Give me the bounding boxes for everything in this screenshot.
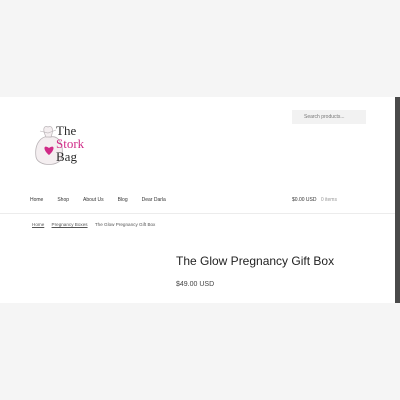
- bottom-background: [0, 303, 400, 400]
- product-price: $49.00 USD: [176, 281, 215, 288]
- logo-line-3: Bag: [56, 149, 77, 164]
- search-input[interactable]: [292, 110, 366, 124]
- logo-wordmark[interactable]: The Stork Bag: [56, 124, 84, 163]
- cart-count: 0 items: [320, 197, 337, 203]
- nav-home[interactable]: Home: [30, 197, 43, 207]
- breadcrumb-current: The Glow Pregnancy Gift Box: [94, 222, 156, 227]
- cart-link[interactable]: $0.00 USD 0 items: [292, 197, 337, 203]
- cart-total: $0.00 USD: [292, 197, 317, 203]
- breadcrumb: Home Pregnancy Boxes The Glow Pregnancy …: [32, 222, 155, 227]
- breadcrumb-category[interactable]: Pregnancy Boxes: [52, 222, 88, 227]
- breadcrumb-home[interactable]: Home: [32, 222, 44, 227]
- top-background: [0, 0, 400, 97]
- scrollbar-thumb[interactable]: [395, 97, 400, 303]
- nav-dear-darla[interactable]: Dear Darla: [142, 197, 166, 207]
- header-divider: [0, 213, 395, 214]
- nav-shop[interactable]: Shop: [57, 197, 69, 207]
- nav-blog[interactable]: Blog: [118, 197, 128, 207]
- page-frame: The Stork Bag Home Shop About Us Blog De…: [0, 97, 395, 303]
- product-title: The Glow Pregnancy Gift Box: [176, 254, 335, 268]
- nav-about-us[interactable]: About Us: [83, 197, 104, 207]
- primary-nav: Home Shop About Us Blog Dear Darla: [30, 197, 180, 207]
